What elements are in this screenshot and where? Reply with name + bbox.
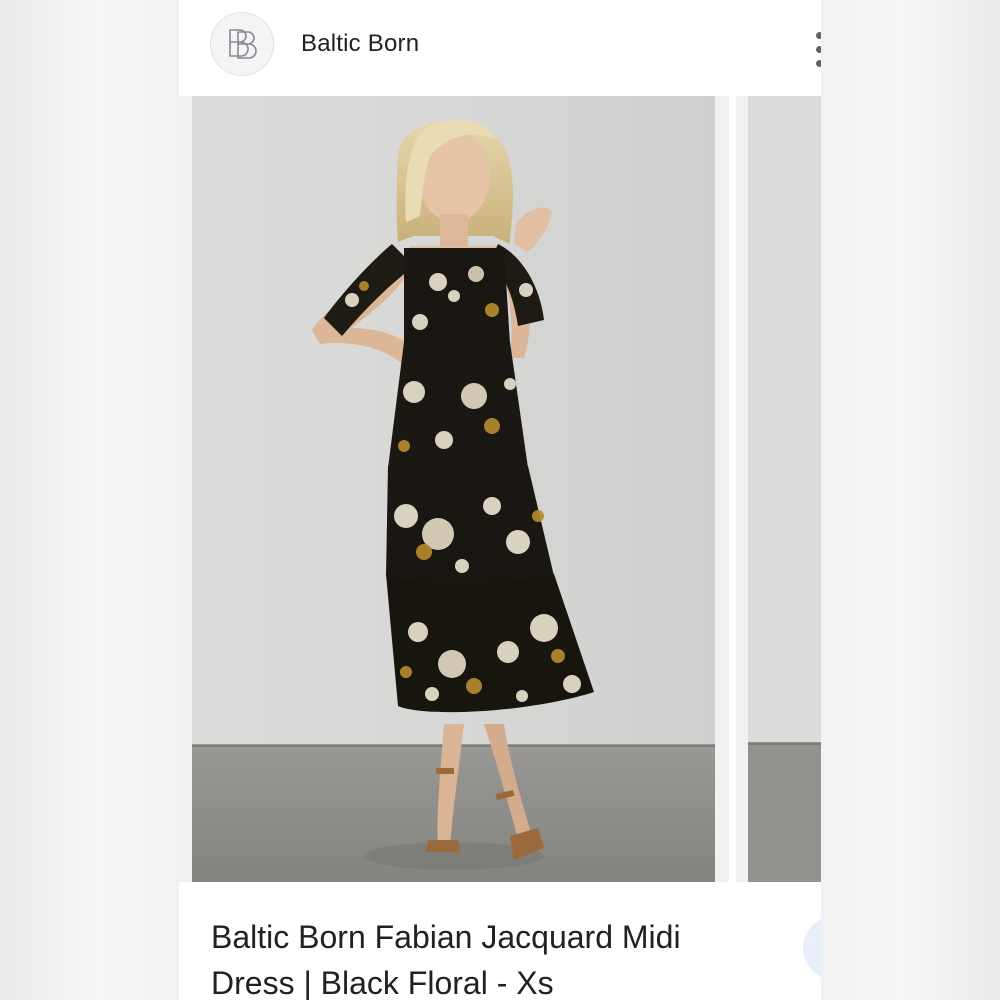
floating-action-button[interactable]: [803, 916, 821, 980]
product-card: Baltic Born Baltic Born Fabian Jacquard …: [179, 0, 821, 1000]
product-title[interactable]: Baltic Born Fabian Jacquard Midi Dress |…: [211, 914, 771, 1000]
product-title-line-2: Dress | Black Floral - Xs: [211, 965, 554, 1000]
main-product-image-frame[interactable]: [179, 96, 729, 882]
merchant-header: Baltic Born: [179, 0, 821, 96]
main-product-photo[interactable]: [192, 96, 715, 882]
next-product-photo[interactable]: [736, 96, 821, 882]
merchant-name[interactable]: Baltic Born: [301, 30, 419, 58]
more-vert-icon[interactable]: [809, 30, 821, 70]
baltic-born-logo-icon[interactable]: [210, 12, 274, 76]
product-title-line-1: Baltic Born Fabian Jacquard Midi: [211, 919, 681, 955]
